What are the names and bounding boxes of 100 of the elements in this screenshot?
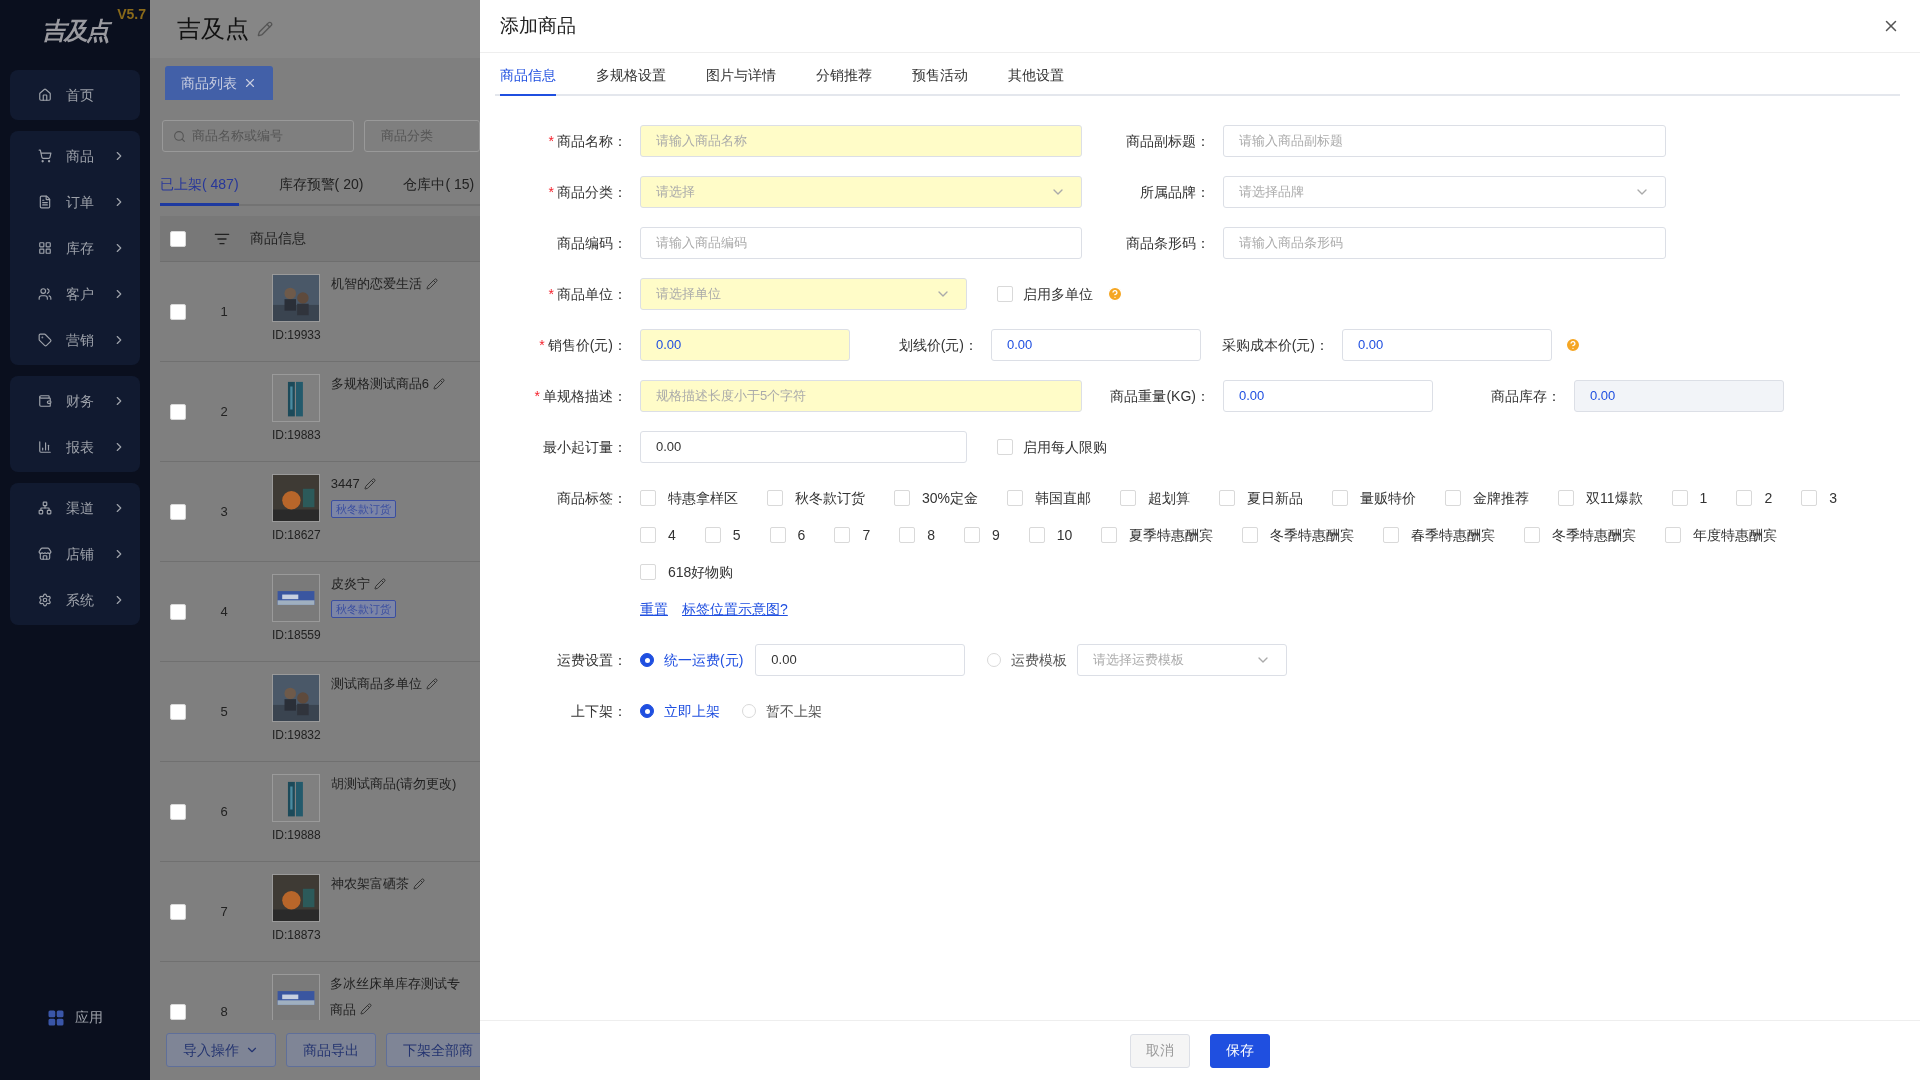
checkbox[interactable] [899,527,916,543]
product-name: 多规格测试商品6 [330,375,429,393]
nav-item[interactable]: 渠道 [10,485,140,531]
checkbox[interactable] [964,527,980,543]
text-link[interactable]: 标签位置示意图? [682,598,788,620]
checkbox[interactable] [1383,527,1400,543]
pencil-icon[interactable] [373,577,386,590]
pencil-icon[interactable] [360,1003,372,1016]
input-field[interactable]: 0.00 [1342,329,1552,361]
checkbox[interactable] [1219,490,1236,506]
checkbox[interactable] [1120,490,1137,506]
pencil-icon[interactable] [363,477,376,490]
close-icon[interactable] [243,76,257,90]
form-tab[interactable]: 商品信息 [500,65,556,96]
input-field[interactable]: 0.00 [640,329,850,361]
nav-item[interactable]: 库存 [10,225,140,271]
checkbox[interactable] [170,230,186,247]
checkbox-label: 3 [1829,488,1837,508]
nav-icon [38,394,52,408]
row-number: 7 [219,902,229,921]
help-icon[interactable] [1107,286,1123,302]
checkbox[interactable] [170,403,186,420]
checkbox[interactable] [1101,527,1118,543]
nav-item[interactable]: 客户 [10,271,140,317]
nav-item[interactable]: 首页 [10,72,140,118]
checkbox[interactable] [1558,490,1575,506]
checkbox[interactable] [170,503,186,520]
nav-item[interactable]: 订单 [10,179,140,225]
pencil-icon[interactable] [257,21,273,37]
checkbox[interactable] [170,603,186,620]
text-link[interactable]: 重置 [640,598,668,620]
checkbox[interactable] [170,903,186,920]
pencil-icon[interactable] [425,277,438,290]
input-field[interactable]: 0.00 [1223,380,1433,412]
checkbox[interactable] [1665,527,1682,543]
checkbox[interactable] [1028,527,1045,543]
nav-icon [38,241,52,255]
product-name: 皮炎宁 [330,575,370,593]
checkbox[interactable] [1671,490,1688,506]
form-tab[interactable]: 多规格设置 [596,65,666,96]
nav-item[interactable]: 系统 [10,577,140,623]
checkbox[interactable] [894,490,910,506]
status-tab[interactable]: 库存预警( 20) [278,174,364,206]
nav-icon [38,593,52,607]
checkbox[interactable] [1007,490,1024,506]
checkbox[interactable] [704,527,721,543]
checkbox[interactable] [640,527,656,543]
form-tab[interactable]: 其他设置 [1008,65,1064,96]
field-label: 上下架： [570,701,627,721]
checkbox-label: 韩国直邮 [1035,488,1092,508]
checkbox-label: 4 [668,525,676,545]
checkbox[interactable] [170,803,186,820]
form-tab[interactable]: 分销推荐 [816,65,872,96]
row-number: 1 [219,302,229,321]
checkbox[interactable] [640,490,656,506]
nav-item[interactable]: 店铺 [10,531,140,577]
product-name: 测试商品多单位 [330,675,422,693]
checkbox[interactable] [997,286,1013,302]
nav-icon [38,333,52,347]
checkbox[interactable] [1524,527,1541,543]
save-button[interactable]: 保存 [1210,1033,1270,1068]
checkbox[interactable] [170,703,186,720]
radio-button[interactable] [640,704,654,718]
pencil-icon[interactable] [412,877,425,890]
pencil-icon[interactable] [425,677,438,690]
checkbox[interactable] [640,564,656,580]
checkbox[interactable] [1445,490,1462,506]
product-name: 3447 [330,475,360,493]
page-tab[interactable]: 商品列表 [165,66,273,100]
pencil-icon[interactable] [432,377,445,390]
help-icon[interactable] [1565,337,1581,353]
input-field[interactable]: 0.00 [991,329,1201,361]
nav-item[interactable]: 营销 [10,317,140,363]
checkbox[interactable] [769,527,786,543]
checkbox[interactable] [170,303,186,320]
checkbox[interactable] [1736,490,1753,506]
checkbox[interactable] [1242,527,1259,543]
row-number: 2 [219,402,229,421]
input-field[interactable]: 0.00 [640,431,967,463]
checkbox-label: 启用每人限购 [1023,437,1107,457]
radio-label: 运费模板 [1011,650,1068,670]
nav-item[interactable]: 财务 [10,378,140,424]
radio-button[interactable] [640,653,654,667]
radio-label: 立即上架 [664,701,720,721]
nav-item[interactable]: 报表 [10,424,140,470]
form-tab[interactable]: 图片与详情 [706,65,776,96]
field-label: 商品条形码： [1125,233,1210,253]
apps-item[interactable]: 应用 [47,1007,103,1028]
nav-item[interactable]: 商品 [10,133,140,179]
checkbox[interactable] [767,490,783,506]
nav-icon [38,440,52,454]
checkbox[interactable] [1801,490,1818,506]
form-tab[interactable]: 预售活动 [912,65,968,96]
checkbox[interactable] [997,439,1013,455]
checkbox[interactable] [834,527,851,543]
input-field[interactable]: 0.00 [755,644,966,676]
checkbox[interactable] [1332,490,1349,506]
checkbox[interactable] [170,1003,186,1020]
status-tab[interactable]: 仓库中( 15) [403,174,475,206]
checkbox-label: 618好物购 [668,562,734,582]
